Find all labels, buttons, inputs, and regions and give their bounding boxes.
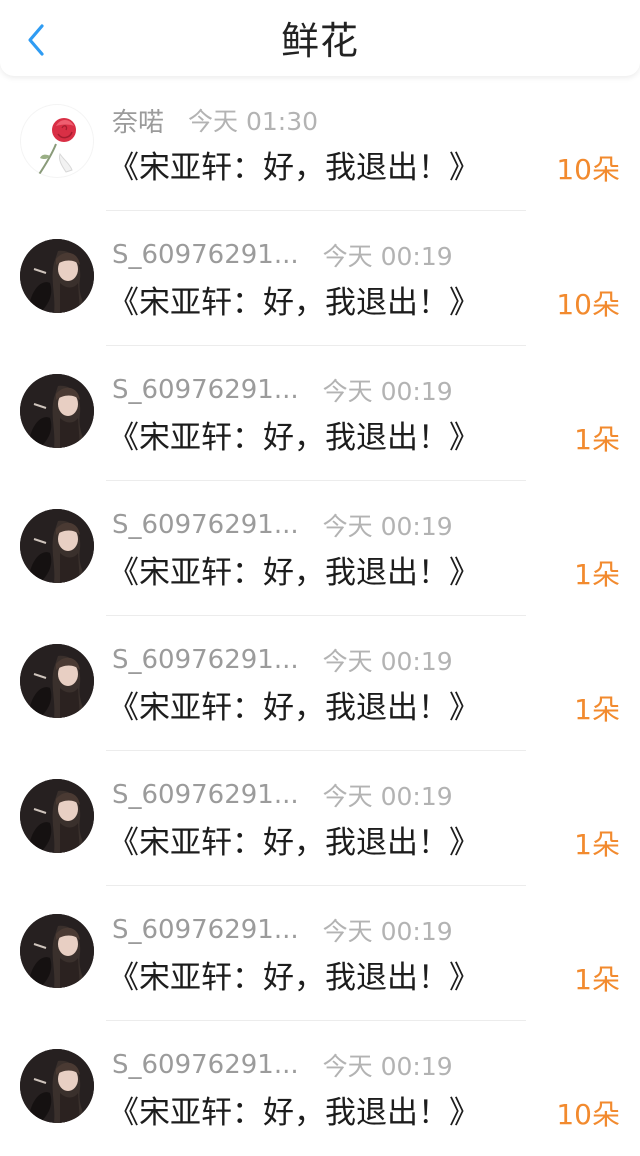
username[interactable]: 奈喏 — [112, 102, 164, 139]
username[interactable]: S_60976291... — [112, 1050, 299, 1080]
user-avatar-icon — [20, 779, 94, 853]
timestamp: 今天 00:19 — [322, 512, 453, 541]
article-title: 《宋亚轩：好，我退出！》 — [108, 150, 480, 186]
flower-count: 1朵 — [574, 693, 620, 726]
list-item[interactable]: S_60976291... 今天 00:19 《宋亚轩：好，我退出！》 1朵 — [0, 886, 640, 1021]
timestamp: 今天 00:19 — [322, 242, 453, 271]
list-item[interactable]: S_60976291... 今天 00:19 《宋亚轩：好，我退出！》 1朵 — [0, 616, 640, 751]
flower-count: 1朵 — [574, 558, 620, 591]
username[interactable]: S_60976291... — [112, 240, 299, 270]
username[interactable]: S_60976291... — [112, 915, 299, 945]
article-title: 《宋亚轩：好，我退出！》 — [108, 420, 480, 456]
avatar — [20, 1049, 94, 1123]
avatar — [20, 779, 94, 853]
timestamp: 今天 00:19 — [322, 647, 453, 676]
page-title: 鲜花 — [280, 19, 359, 63]
flower-count: 10朵 — [556, 288, 620, 321]
flower-count: 1朵 — [574, 963, 620, 996]
article-title: 《宋亚轩：好，我退出！》 — [108, 285, 480, 321]
user-avatar-icon — [20, 374, 94, 448]
user-avatar-icon — [20, 509, 94, 583]
item-meta: S_60976291... 今天 00:19 — [112, 642, 453, 678]
article-title: 《宋亚轩：好，我退出！》 — [108, 1095, 480, 1131]
article-title: 《宋亚轩：好，我退出！》 — [108, 555, 480, 591]
user-avatar-icon — [20, 914, 94, 988]
avatar — [20, 914, 94, 988]
item-meta: S_60976291... 今天 00:19 — [112, 372, 453, 408]
user-avatar-icon — [20, 644, 94, 718]
timestamp: 今天 01:30 — [188, 107, 319, 136]
flower-list: 奈喏 今天 01:30 《宋亚轩：好，我退出！》 10朵 S_60976291.… — [0, 76, 640, 1156]
timestamp: 今天 00:19 — [322, 1052, 453, 1081]
list-item[interactable]: 奈喏 今天 01:30 《宋亚轩：好，我退出！》 10朵 — [0, 76, 640, 211]
flower-count: 10朵 — [556, 153, 620, 186]
avatar — [20, 509, 94, 583]
list-item[interactable]: S_60976291... 今天 00:19 《宋亚轩：好，我退出！》 10朵 — [0, 1021, 640, 1156]
item-meta: 奈喏 今天 01:30 — [112, 102, 318, 138]
user-avatar-icon — [20, 239, 94, 313]
username[interactable]: S_60976291... — [112, 645, 299, 675]
avatar — [20, 644, 94, 718]
item-meta: S_60976291... 今天 00:19 — [112, 1047, 453, 1083]
flower-count: 10朵 — [556, 1098, 620, 1131]
avatar — [20, 374, 94, 448]
timestamp: 今天 00:19 — [322, 377, 453, 406]
user-avatar-icon — [20, 1049, 94, 1123]
item-meta: S_60976291... 今天 00:19 — [112, 777, 453, 813]
list-item[interactable]: S_60976291... 今天 00:19 《宋亚轩：好，我退出！》 1朵 — [0, 481, 640, 616]
username[interactable]: S_60976291... — [112, 375, 299, 405]
item-meta: S_60976291... 今天 00:19 — [112, 507, 453, 543]
list-item[interactable]: S_60976291... 今天 00:19 《宋亚轩：好，我退出！》 1朵 — [0, 346, 640, 481]
flower-count: 1朵 — [574, 828, 620, 861]
item-meta: S_60976291... 今天 00:19 — [112, 912, 453, 948]
flower-count: 1朵 — [574, 423, 620, 456]
timestamp: 今天 00:19 — [322, 917, 453, 946]
article-title: 《宋亚轩：好，我退出！》 — [108, 690, 480, 726]
avatar — [20, 239, 94, 313]
rose-icon — [37, 118, 76, 177]
list-item[interactable]: S_60976291... 今天 00:19 《宋亚轩：好，我退出！》 10朵 — [0, 211, 640, 346]
item-meta: S_60976291... 今天 00:19 — [112, 237, 453, 273]
article-title: 《宋亚轩：好，我退出！》 — [108, 825, 480, 861]
list-item[interactable]: S_60976291... 今天 00:19 《宋亚轩：好，我退出！》 1朵 — [0, 751, 640, 886]
timestamp: 今天 00:19 — [322, 782, 453, 811]
avatar — [20, 104, 94, 178]
top-bar: 鲜花 — [0, 0, 640, 76]
username[interactable]: S_60976291... — [112, 510, 299, 540]
username[interactable]: S_60976291... — [112, 780, 299, 810]
article-title: 《宋亚轩：好，我退出！》 — [108, 960, 480, 996]
